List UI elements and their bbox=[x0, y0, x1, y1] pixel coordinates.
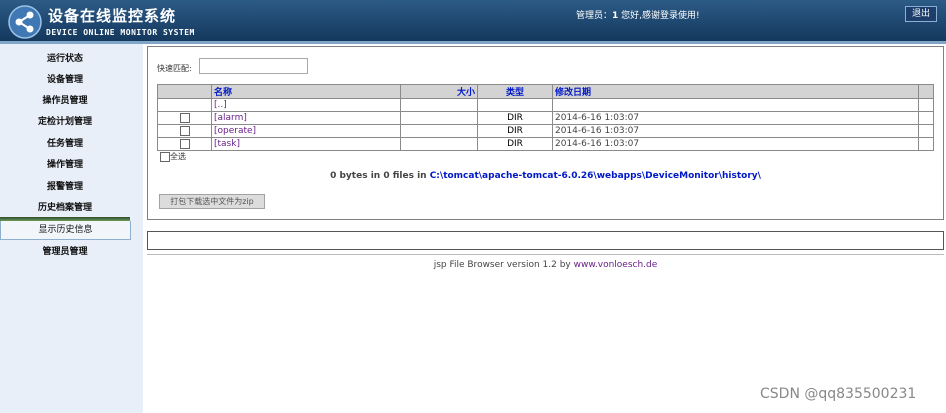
sidebar-item-inspection-plan[interactable]: 定检计划管理 bbox=[0, 114, 130, 127]
file-table-header: 名称 大小 类型 修改日期 bbox=[157, 84, 934, 99]
parent-dir-link[interactable]: [..] bbox=[211, 98, 401, 112]
sidebar-item-history-archive[interactable]: 历史档案管理 bbox=[0, 200, 130, 213]
watermark: CSDN @qq835500231 bbox=[760, 386, 917, 402]
file-size bbox=[400, 137, 478, 151]
column-name[interactable]: 名称 bbox=[211, 84, 401, 99]
file-date: 2014-6-16 1:03:07 bbox=[552, 111, 919, 125]
sidebar-item-device-management[interactable]: 设备管理 bbox=[0, 72, 130, 85]
table-row: [operate] DIR 2014-6-16 1:03:07 bbox=[157, 124, 934, 138]
table-row: [task] DIR 2014-6-16 1:03:07 bbox=[157, 137, 934, 151]
download-zip-button[interactable]: 打包下载选中文件为zip bbox=[159, 194, 265, 209]
row-checkbox[interactable] bbox=[179, 125, 190, 136]
file-date: 2014-6-16 1:03:07 bbox=[552, 137, 919, 151]
logout-button[interactable]: 退出 bbox=[905, 6, 937, 22]
sidebar: 运行状态 设备管理 操作员管理 定检计划管理 任务管理 操作管理 报警管理 历史… bbox=[0, 44, 143, 413]
dir-link[interactable]: [task] bbox=[211, 137, 401, 151]
sidebar-item-operation-management[interactable]: 操作管理 bbox=[0, 157, 130, 170]
footer-link[interactable]: www.vonloesch.de bbox=[574, 260, 658, 270]
status-path: C:\tomcat\apache-tomcat-6.0.26\webapps\D… bbox=[429, 171, 761, 181]
welcome-prefix: 管理员： bbox=[576, 11, 613, 21]
row-checkbox[interactable] bbox=[179, 138, 190, 149]
sidebar-item-operator-management[interactable]: 操作员管理 bbox=[0, 93, 130, 106]
file-date: 2014-6-16 1:03:07 bbox=[552, 124, 919, 138]
dir-link[interactable]: [operate] bbox=[211, 124, 401, 138]
sidebar-item-alarm-management[interactable]: 报警管理 bbox=[0, 179, 130, 192]
welcome-user: 1 bbox=[612, 11, 619, 21]
welcome-message: 管理员：1 您好,感谢登录使用! bbox=[576, 8, 700, 21]
table-row: [alarm] DIR 2014-6-16 1:03:07 bbox=[157, 111, 934, 125]
select-all[interactable]: 全选 bbox=[160, 151, 186, 162]
app-logo-icon bbox=[8, 5, 42, 39]
file-table: 名称 大小 类型 修改日期 [..] [alarm] DIR 2014-6-16… bbox=[157, 84, 934, 151]
file-type: DIR bbox=[477, 111, 553, 125]
footer-text: jsp File Browser version 1.2 by bbox=[433, 260, 574, 270]
status-line: 0 bytes in 0 files in C:\tomcat\apache-t… bbox=[148, 171, 943, 181]
header-spacer bbox=[918, 84, 934, 99]
column-date[interactable]: 修改日期 bbox=[552, 84, 919, 99]
header-checkbox-col bbox=[157, 84, 212, 99]
row-checkbox[interactable] bbox=[179, 112, 190, 123]
column-type[interactable]: 类型 bbox=[477, 84, 553, 99]
file-type: DIR bbox=[477, 137, 553, 151]
footer-divider bbox=[147, 254, 944, 255]
quick-match-label: 快速匹配: bbox=[157, 64, 192, 73]
message-box bbox=[147, 231, 944, 250]
select-all-checkbox[interactable] bbox=[160, 151, 170, 162]
file-browser-panel: 快速匹配: 名称 大小 类型 修改日期 [..] [alarm] DIR 201… bbox=[147, 46, 944, 220]
app-header: 设备在线监控系统 DEVICE ONLINE MONITOR SYSTEM 管理… bbox=[0, 0, 946, 41]
file-size bbox=[400, 111, 478, 125]
sidebar-subitem-show-history[interactable]: 显示历史信息 bbox=[0, 221, 131, 240]
file-type: DIR bbox=[477, 124, 553, 138]
select-all-label: 全选 bbox=[170, 152, 186, 161]
sidebar-item-task-management[interactable]: 任务管理 bbox=[0, 136, 130, 149]
sidebar-item-run-status[interactable]: 运行状态 bbox=[0, 51, 130, 64]
app-subtitle: DEVICE ONLINE MONITOR SYSTEM bbox=[46, 28, 195, 37]
file-size bbox=[400, 124, 478, 138]
status-text: 0 bytes in 0 files in bbox=[330, 171, 430, 181]
sidebar-item-admin-management[interactable]: 管理员管理 bbox=[0, 244, 130, 257]
quick-match-input[interactable] bbox=[199, 58, 308, 74]
welcome-suffix: 您好,感谢登录使用! bbox=[621, 11, 700, 21]
footer: jsp File Browser version 1.2 by www.vonl… bbox=[147, 260, 944, 270]
parent-row: [..] bbox=[157, 98, 934, 112]
dir-link[interactable]: [alarm] bbox=[211, 111, 401, 125]
column-size[interactable]: 大小 bbox=[400, 84, 478, 99]
app-title: 设备在线监控系统 bbox=[48, 7, 177, 25]
